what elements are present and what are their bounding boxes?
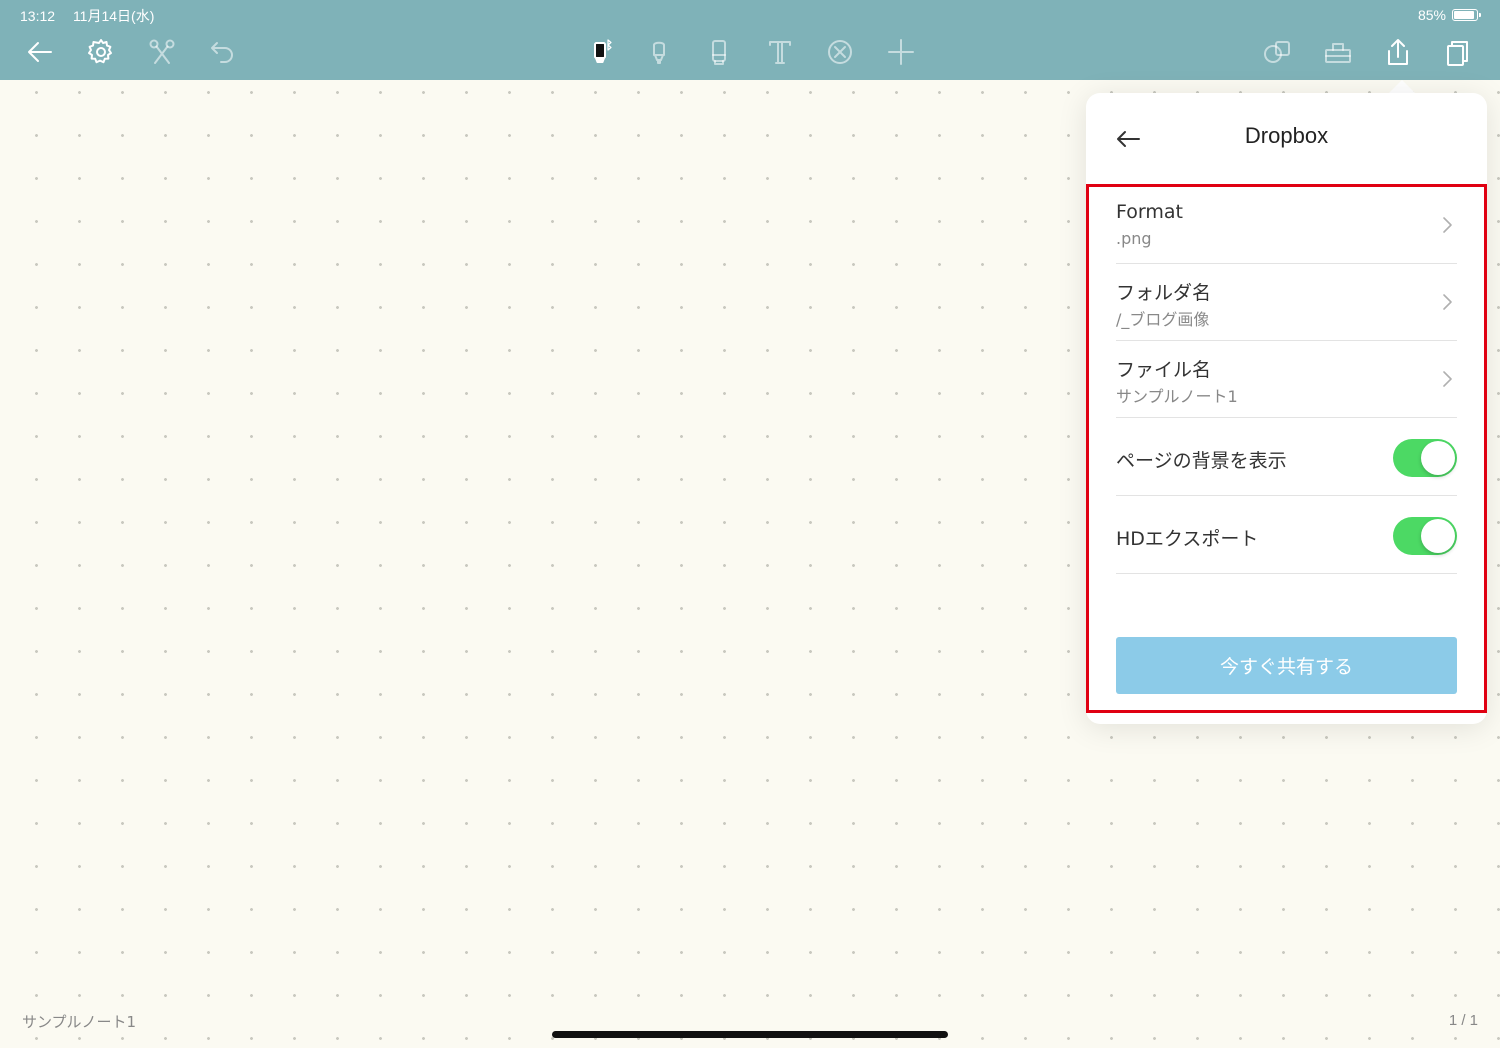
toolbox-icon[interactable] bbox=[1318, 32, 1358, 72]
dropbox-export-popover: Dropbox Format .png フォルダ名 /_ブログ画像 ファイル名 … bbox=[1086, 93, 1487, 724]
status-date: 11月14日(水) bbox=[72, 8, 155, 24]
popover-title: Dropbox bbox=[1244, 123, 1329, 148]
status-time: 13:12 bbox=[20, 8, 56, 24]
gear-icon[interactable] bbox=[81, 32, 121, 72]
format-row[interactable]: Format .png bbox=[1116, 187, 1457, 264]
status-left: 13:12 11月14日(水) bbox=[20, 6, 154, 24]
status-right: 85% bbox=[1417, 6, 1481, 24]
cross-circle-icon[interactable] bbox=[820, 32, 860, 72]
file-name-value: サンプルノート1 bbox=[1116, 387, 1238, 406]
toggle-knob bbox=[1421, 519, 1455, 553]
chevron-right-icon bbox=[1441, 369, 1455, 389]
plus-icon[interactable] bbox=[881, 32, 921, 72]
back-arrow-icon[interactable] bbox=[20, 32, 60, 72]
toggle-knob bbox=[1421, 441, 1455, 475]
folder-name-value: /_ブログ画像 bbox=[1116, 310, 1210, 329]
shapes-icon[interactable] bbox=[1257, 32, 1297, 72]
show-background-label: ページの背景を表示 bbox=[1116, 450, 1287, 472]
file-name-row[interactable]: ファイル名 サンプルノート1 bbox=[1116, 341, 1457, 418]
note-name: サンプルノート1 bbox=[22, 1013, 137, 1031]
share-now-button[interactable]: 今すぐ共有する bbox=[1116, 637, 1457, 694]
hd-export-label: HDエクスポート bbox=[1116, 528, 1259, 550]
chevron-right-icon bbox=[1441, 215, 1455, 235]
hd-export-row: HDエクスポート bbox=[1116, 496, 1457, 574]
format-value: .png bbox=[1116, 229, 1152, 248]
share-icon[interactable] bbox=[1378, 32, 1418, 72]
hd-export-toggle[interactable] bbox=[1393, 517, 1457, 555]
file-name-label: ファイル名 bbox=[1116, 359, 1212, 381]
pages-icon[interactable] bbox=[1438, 32, 1478, 72]
undo-icon[interactable] bbox=[202, 32, 242, 72]
text-icon[interactable] bbox=[760, 32, 800, 72]
pen-bluetooth-icon[interactable] bbox=[580, 32, 620, 72]
popover-arrow bbox=[1388, 80, 1416, 94]
battery-icon bbox=[1452, 9, 1481, 21]
show-background-toggle[interactable] bbox=[1393, 439, 1457, 477]
folder-name-label: フォルダ名 bbox=[1116, 282, 1212, 304]
scissors-icon[interactable] bbox=[142, 32, 182, 72]
top-toolbar: 13:12 11月14日(水) 85% bbox=[0, 0, 1500, 80]
folder-name-row[interactable]: フォルダ名 /_ブログ画像 bbox=[1116, 264, 1457, 341]
home-indicator[interactable] bbox=[552, 1031, 948, 1038]
battery-percent: 85% bbox=[1417, 7, 1446, 23]
chevron-right-icon bbox=[1441, 292, 1455, 312]
format-label: Format bbox=[1116, 201, 1183, 223]
show-background-row: ページの背景を表示 bbox=[1116, 418, 1457, 496]
eraser-icon[interactable] bbox=[699, 32, 739, 72]
highlighter-icon[interactable] bbox=[639, 32, 679, 72]
page-number: 1 / 1 bbox=[1448, 1012, 1478, 1029]
